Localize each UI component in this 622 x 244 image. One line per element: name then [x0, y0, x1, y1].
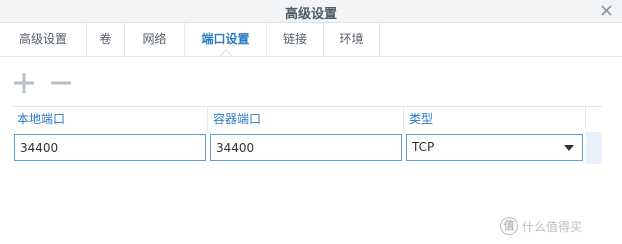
dialog-title: 高级设置 [284, 7, 337, 22]
watermark-logo-icon: 值 [500, 217, 518, 235]
watermark-text: 什么值得买 [522, 219, 583, 234]
dialog-titlebar: 高级设置 [0, 0, 622, 23]
local-port-input[interactable] [14, 134, 206, 161]
tab-links[interactable]: 链接 [267, 23, 324, 56]
column-header-container-port: 容器端口 [208, 107, 404, 131]
tab-network[interactable]: 网络 [125, 23, 185, 56]
container-port-input[interactable] [210, 134, 402, 161]
table-row: TCP [12, 132, 602, 164]
minus-icon[interactable] [50, 72, 72, 94]
tab-environment[interactable]: 环境 [324, 23, 380, 56]
type-select-value: TCP [412, 140, 435, 154]
close-icon[interactable] [597, 2, 617, 20]
type-select[interactable]: TCP [406, 134, 583, 161]
column-header-local-port: 本地端口 [12, 107, 208, 131]
tab-bar: 高级设置 卷 网络 端口设置 链接 环境 [0, 23, 622, 57]
row-selection-highlight [586, 132, 602, 164]
tab-volume[interactable]: 卷 [87, 23, 125, 56]
watermark: 值 什么值得买 [500, 216, 582, 236]
active-tab-indicator [220, 49, 232, 56]
tab-advanced-settings[interactable]: 高级设置 [0, 23, 87, 56]
plus-icon[interactable] [13, 72, 35, 94]
port-table: 本地端口 容器端口 类型 TCP [12, 106, 602, 164]
advanced-settings-dialog: 高级设置 高级设置 卷 网络 端口设置 链接 环境 本地端口 容器端口 类型 3… [0, 0, 622, 244]
column-header-type: 类型 [404, 107, 586, 131]
chevron-down-icon [564, 145, 574, 151]
